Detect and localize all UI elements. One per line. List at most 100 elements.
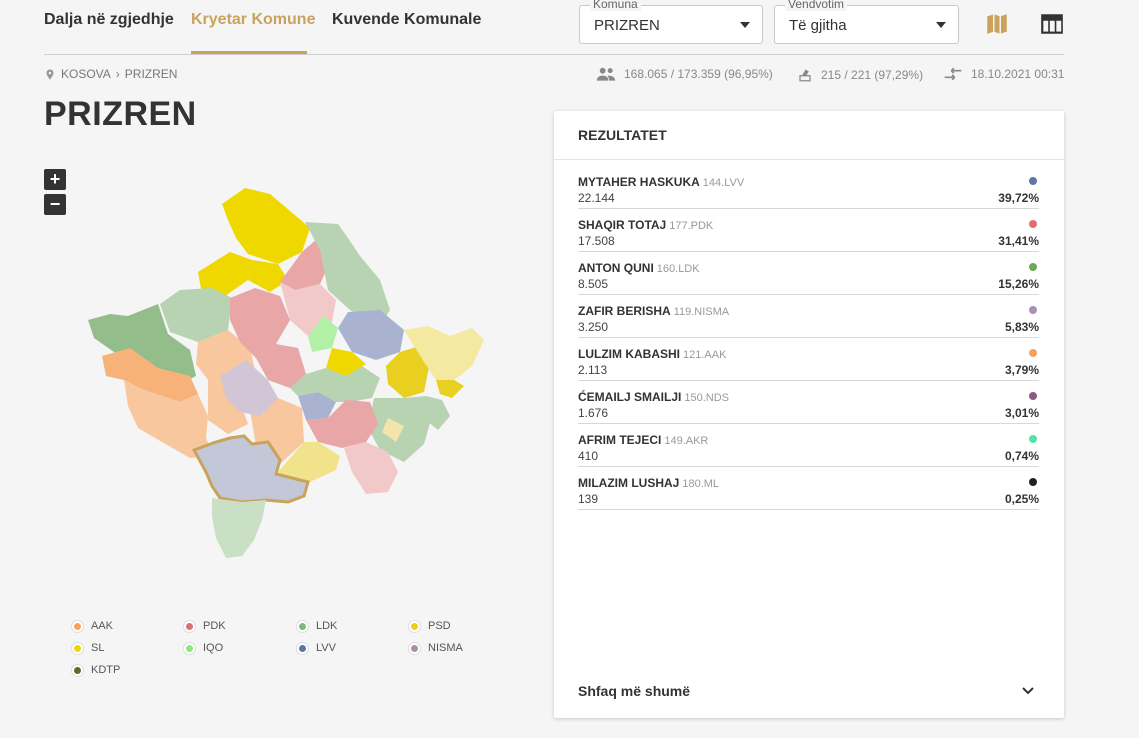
candidate-party: 150.NDS — [684, 392, 729, 404]
map-region[interactable] — [426, 396, 450, 430]
candidate-party: 180.ML — [682, 478, 720, 490]
sync-arrows-icon — [944, 67, 962, 81]
legend-item[interactable]: PDK — [184, 620, 226, 632]
top-navigation: Dalja në zgjedhje Kryetar Komune Kuvende… — [44, 0, 1064, 55]
breadcrumb-separator: › — [115, 67, 120, 81]
municipality-select-legend: Komuna — [590, 0, 641, 11]
party-color-dot — [1029, 435, 1037, 443]
location-pin-icon — [46, 69, 54, 79]
candidate-party: 149.AKR — [664, 435, 709, 447]
candidate-name: MYTAHER HASKUKA 144.LVV — [578, 175, 744, 189]
result-row[interactable]: MILAZIM LUSHAJ 180.ML 139 0,25% — [578, 472, 1039, 510]
turnout-value: 168.065 / 173.359 (96,95%) — [624, 67, 773, 81]
legend-label: AAK — [91, 620, 114, 632]
show-more-button[interactable]: Shfaq më shumë — [578, 683, 690, 699]
candidate-percentage: 5,83% — [1004, 320, 1039, 334]
party-color-dot — [1029, 220, 1037, 228]
candidate-percentage: 0,25% — [1004, 492, 1039, 506]
candidate-votes: 1.676 — [578, 406, 609, 420]
tab-turnout[interactable]: Dalja në zgjedhje — [44, 11, 174, 39]
zoom-out-button[interactable]: − — [44, 194, 66, 215]
candidate-name: ZAFIR BERISHA 119.NISMA — [578, 304, 729, 318]
party-color-dot — [1029, 177, 1037, 185]
results-title: REZULTATET — [554, 111, 1064, 160]
tab-municipal-assembly[interactable]: Kuvende Komunale — [332, 11, 481, 39]
result-row[interactable]: ZAFIR BERISHA 119.NISMA 3.250 5,83% — [578, 300, 1039, 338]
stations-stat: 215 / 221 (97,29%) — [797, 67, 923, 82]
legend-color-dot — [72, 664, 83, 676]
party-color-dot — [1029, 306, 1037, 314]
map-region[interactable] — [212, 498, 266, 558]
legend-color-dot — [72, 620, 83, 632]
legend-item[interactable]: LDK — [297, 620, 337, 632]
candidate-party: 144.LVV — [702, 177, 745, 189]
zoom-in-button[interactable]: + — [44, 169, 66, 190]
candidate-votes: 3.250 — [578, 320, 609, 334]
legend-item[interactable]: AAK — [72, 620, 113, 632]
party-color-dot — [1029, 349, 1037, 357]
result-row[interactable]: LULZIM KABASHI 121.AAK 2.113 3,79% — [578, 343, 1039, 381]
kosovo-municipalities-map[interactable] — [80, 180, 500, 570]
turnout-stat: 168.065 / 173.359 (96,95%) — [596, 67, 773, 81]
caret-down-icon — [740, 22, 750, 28]
candidate-percentage: 39,72% — [998, 191, 1039, 205]
breadcrumb-current: PRIZREN — [124, 67, 178, 81]
legend-item[interactable]: LVV — [297, 642, 336, 654]
legend-item[interactable]: PSD — [409, 620, 451, 632]
candidate-percentage: 3,01% — [1004, 406, 1039, 420]
candidate-name-text: SHAQIR TOTAJ — [578, 218, 667, 232]
legend-color-dot — [72, 642, 83, 654]
people-icon — [596, 67, 616, 81]
candidate-name: ĆEMAILJ SMAILJI 150.NDS — [578, 390, 729, 404]
caret-down-icon — [936, 22, 946, 28]
legend-label: PSD — [428, 620, 451, 632]
legend-item[interactable]: KDTP — [72, 664, 120, 676]
map-view-icon[interactable] — [984, 11, 1010, 37]
municipality-select[interactable]: Komuna PRIZREN — [579, 0, 763, 44]
legend-item[interactable]: IQO — [184, 642, 223, 654]
legend-label: KDTP — [91, 664, 121, 676]
result-row[interactable]: AFRIM TEJECI 149.AKR 410 0,74% — [578, 429, 1039, 467]
legend-item[interactable]: NISMA — [409, 642, 463, 654]
map-region[interactable] — [222, 188, 310, 264]
candidate-name-text: ZAFIR BERISHA — [578, 304, 671, 318]
candidate-name-text: ANTON QUNI — [578, 261, 654, 275]
tab-mayor[interactable]: Kryetar Komune — [191, 11, 315, 39]
candidate-percentage: 15,26% — [998, 277, 1039, 291]
candidate-party: 177.PDK — [669, 220, 714, 232]
results-card: REZULTATET MYTAHER HASKUKA 144.LVV 22.144 3… — [554, 111, 1064, 718]
legend-item[interactable]: SL — [72, 642, 104, 654]
result-row[interactable]: ĆEMAILJ SMAILJI 150.NDS 1.676 3,01% — [578, 386, 1039, 424]
result-row[interactable]: SHAQIR TOTAJ 177.PDK 17.508 31,41% — [578, 214, 1039, 252]
party-color-dot — [1029, 263, 1037, 271]
polling-station-select[interactable]: Vendvotim Të gjitha — [774, 0, 959, 44]
active-tab-indicator — [191, 51, 307, 54]
party-color-dot — [1029, 392, 1037, 400]
polling-station-select-value: Të gjitha — [789, 17, 847, 34]
updated-value: 18.10.2021 00:31 — [971, 67, 1065, 81]
ballot-box-icon — [799, 69, 811, 82]
candidate-name-text: AFRIM TEJECI — [578, 433, 662, 447]
candidate-name: LULZIM KABASHI 121.AAK — [578, 347, 726, 361]
candidate-name: AFRIM TEJECI 149.AKR — [578, 433, 708, 447]
candidate-votes: 8.505 — [578, 277, 609, 291]
result-row[interactable]: ANTON QUNI 160.LDK 8.505 15,26% — [578, 257, 1039, 295]
candidate-percentage: 31,41% — [998, 234, 1039, 248]
breadcrumb-root[interactable]: KOSOVA — [61, 67, 111, 81]
legend-label: LDK — [316, 620, 338, 632]
candidate-party: 119.NISMA — [673, 306, 730, 318]
candidate-votes: 139 — [578, 492, 599, 506]
legend-color-dot — [184, 642, 195, 654]
candidate-name-text: MILAZIM LUSHAJ — [578, 476, 680, 490]
result-row[interactable]: MYTAHER HASKUKA 144.LVV 22.144 39,72% — [578, 171, 1039, 209]
candidate-name: ANTON QUNI 160.LDK — [578, 261, 700, 275]
map-region[interactable] — [436, 380, 464, 398]
chevron-down-icon[interactable] — [1020, 685, 1036, 697]
legend-color-dot — [184, 620, 195, 632]
candidate-votes: 410 — [578, 449, 599, 463]
candidate-name: SHAQIR TOTAJ 177.PDK — [578, 218, 713, 232]
updated-stat: 18.10.2021 00:31 — [943, 67, 1064, 81]
table-view-icon[interactable] — [1039, 11, 1065, 37]
page-title: PRIZREN — [44, 95, 197, 133]
candidate-votes: 22.144 — [578, 191, 615, 205]
